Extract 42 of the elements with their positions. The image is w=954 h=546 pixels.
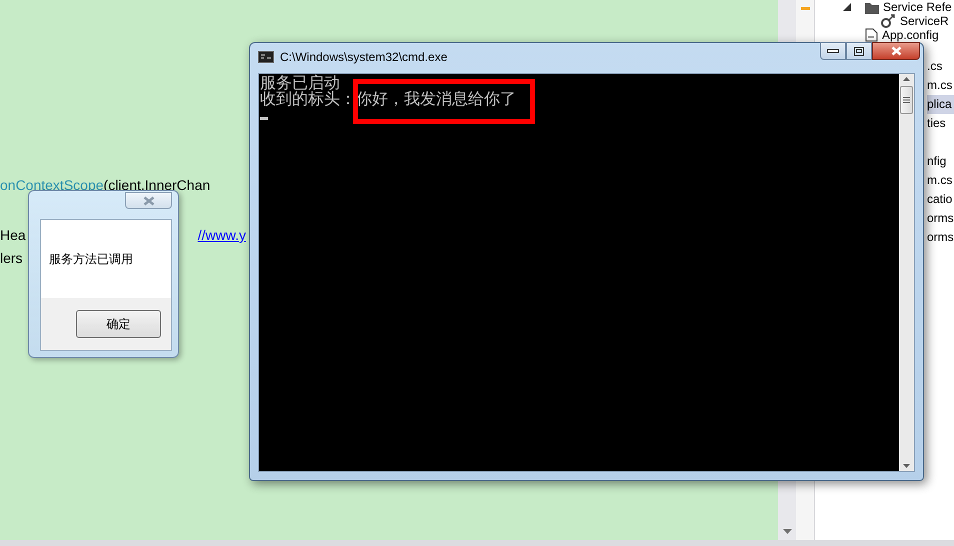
- change-marker: [800, 7, 810, 10]
- close-icon: [890, 46, 902, 56]
- code-text: Hea: [0, 227, 26, 245]
- tree-item-label[interactable]: orms: [927, 209, 954, 228]
- tree-item-label[interactable]: orms: [927, 228, 954, 247]
- console-text: 你好，我发消息给你了: [356, 91, 516, 107]
- console-text: 收到的标头：: [260, 91, 356, 107]
- window-title: C:\Windows\system32\cmd.exe: [280, 50, 448, 64]
- close-button[interactable]: [872, 42, 920, 60]
- message-text: 服务方法已调用: [49, 250, 133, 268]
- ok-button[interactable]: 确定: [76, 310, 161, 338]
- console-icon: [258, 51, 274, 63]
- scroll-down-arrow-icon[interactable]: [903, 464, 910, 468]
- text-cursor: [260, 117, 268, 120]
- scroll-down-arrow-icon[interactable]: [782, 529, 792, 534]
- type-name: onContextScope: [0, 177, 104, 195]
- close-icon: [142, 196, 154, 206]
- tree-item-label[interactable]: catio: [927, 190, 954, 209]
- tree-item-label[interactable]: ties: [927, 114, 950, 133]
- config-file-icon: [865, 28, 878, 42]
- scrollbar-thumb[interactable]: [900, 86, 913, 114]
- scroll-up-arrow-icon[interactable]: [903, 77, 910, 81]
- maximize-button[interactable]: [846, 42, 872, 60]
- code-text: lers: [0, 250, 23, 268]
- gear-link-icon: [881, 14, 896, 28]
- tree-item-label[interactable]: plica: [927, 95, 954, 114]
- tree-item-label[interactable]: m.cs: [927, 76, 954, 95]
- tree-item-label[interactable]: m.cs: [927, 171, 954, 190]
- tree-item-label[interactable]: nfig: [927, 152, 950, 171]
- expanded-triangle-icon[interactable]: [843, 3, 851, 11]
- code-text: (client.InnerChan: [104, 177, 210, 195]
- minimize-button[interactable]: [820, 42, 846, 60]
- minimize-icon: [827, 49, 839, 53]
- tree-item-label[interactable]: .cs: [927, 57, 946, 76]
- url-link[interactable]: //www.y: [198, 227, 246, 250]
- console-text: 服务已启动: [260, 75, 340, 91]
- grip-icon: [903, 97, 910, 103]
- tree-item-label[interactable]: Service Refe: [883, 0, 952, 14]
- folder-icon: [865, 0, 879, 14]
- maximize-icon: [854, 46, 864, 56]
- tree-item-label[interactable]: App.config: [882, 28, 939, 42]
- tree-item-label[interactable]: ServiceR: [900, 14, 949, 28]
